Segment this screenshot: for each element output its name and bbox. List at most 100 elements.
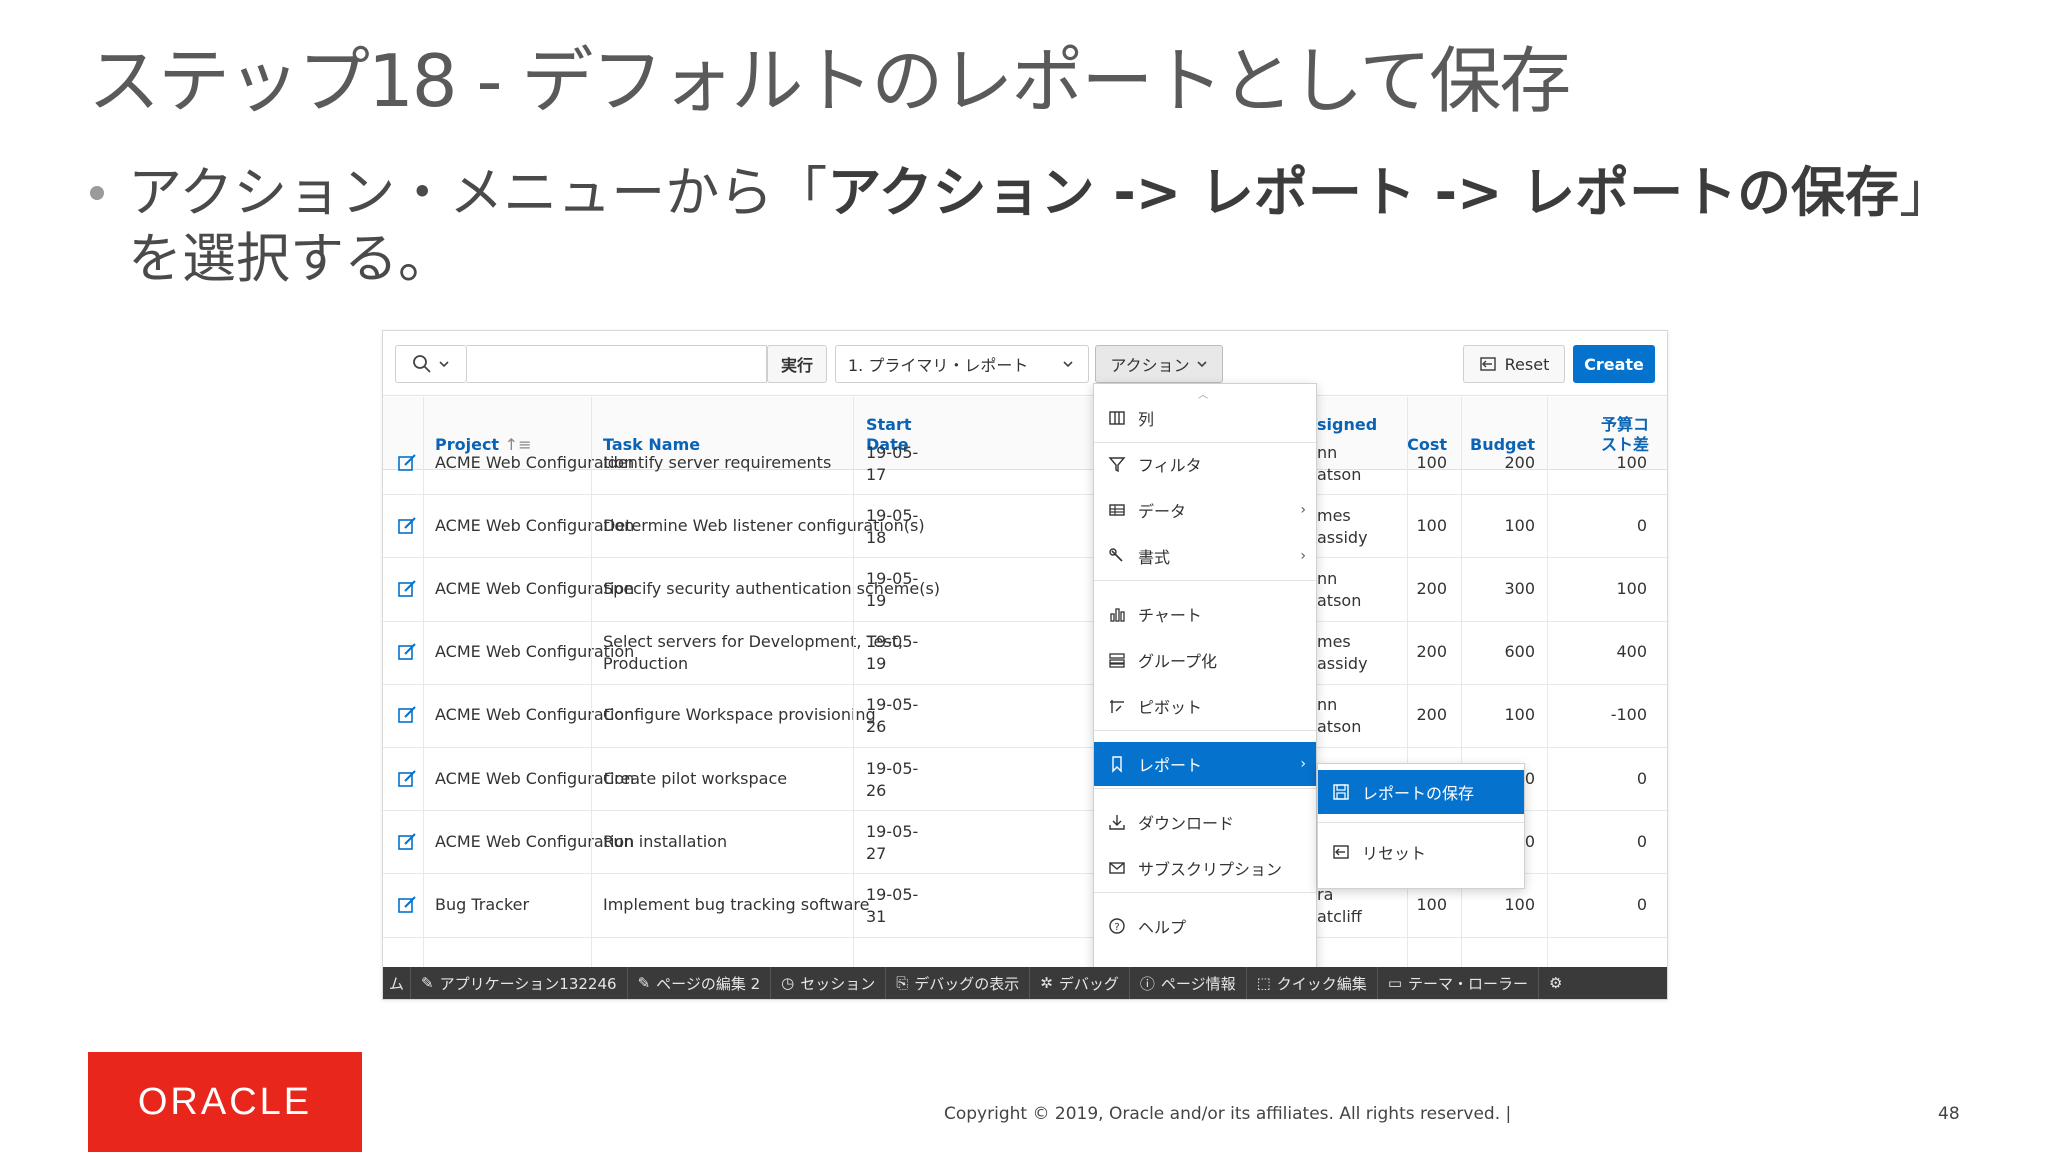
- slide-title: ステップ18 - デフォルトのレポートとして保存: [88, 39, 1571, 123]
- search-column-button[interactable]: [395, 345, 467, 383]
- columns-icon: [1106, 407, 1128, 429]
- chevron-down-icon: [1197, 361, 1207, 368]
- edit-row-icon[interactable]: [397, 579, 417, 603]
- chevron-down-icon: [439, 361, 449, 368]
- table-row: ACME Web Configuration Determine Web list…: [383, 494, 1667, 559]
- edit-row-icon[interactable]: [397, 832, 417, 856]
- dev-item-session[interactable]: ◷ セッション: [771, 967, 887, 999]
- cell-budget: 600: [1504, 642, 1535, 662]
- header-budget[interactable]: Budget: [1451, 435, 1535, 455]
- cell-start-date: 19-05-: [866, 821, 919, 841]
- menu-divider: [1318, 822, 1524, 823]
- edit-row-icon[interactable]: [397, 705, 417, 729]
- cell-start-date: 19: [866, 654, 887, 674]
- developer-toolbar: ム ✎ アプリケーション132246 ✎ ページの編集 2 ◷ セッション ⎘ デバッグ…: [383, 967, 1667, 999]
- menu-item-subscription[interactable]: サブスクリプション: [1094, 846, 1316, 890]
- menu-divider: [1094, 892, 1316, 893]
- header-diff[interactable]: 予算コ スト差: [1595, 415, 1655, 455]
- table-row: ACME Web Configuration Configure Workspac…: [383, 684, 1667, 748]
- cell-cost: 200: [1416, 705, 1447, 725]
- cell-start-date: 26: [866, 717, 887, 737]
- cell-diff: 100: [1616, 578, 1647, 598]
- edit-row-icon[interactable]: [397, 895, 417, 919]
- dev-item-debug[interactable]: ✲ デバッグ: [1030, 967, 1130, 999]
- dev-item-quick-edit[interactable]: ⬚ クイック編集: [1247, 967, 1378, 999]
- menu-item-filter[interactable]: フィルタ: [1094, 442, 1316, 486]
- cell-task: Identify server requirements: [603, 452, 832, 472]
- create-button[interactable]: Create: [1573, 345, 1655, 383]
- menu-item-data[interactable]: データ ›: [1094, 488, 1316, 532]
- edit-row-icon[interactable]: [397, 453, 417, 477]
- cell-project: Bug Tracker: [435, 894, 530, 914]
- bar-chart-icon: [1106, 603, 1128, 625]
- cell-assigned: atson: [1317, 590, 1362, 610]
- quick-edit-icon: ⬚: [1256, 974, 1271, 992]
- dev-item-theme-roller[interactable]: ▭ テーマ・ローラー: [1378, 967, 1540, 999]
- cell-assigned: assidy: [1317, 654, 1368, 674]
- menu-item-group-by[interactable]: グループ化: [1094, 638, 1316, 682]
- menu-item-report[interactable]: レポート ›: [1094, 742, 1316, 786]
- bug-icon: ✲: [1040, 974, 1053, 992]
- edit-row-icon[interactable]: [397, 516, 417, 540]
- edit-row-icon[interactable]: [397, 769, 417, 793]
- menu-item-help[interactable]: ? ヘルプ: [1094, 904, 1316, 948]
- debug-view-icon: ⎘: [896, 974, 909, 992]
- menu-divider: [1094, 788, 1316, 789]
- actions-menu-button[interactable]: アクション: [1095, 345, 1223, 383]
- menu-item-columns[interactable]: 列: [1094, 396, 1316, 440]
- cell-start-date: 26: [866, 780, 887, 800]
- report-select[interactable]: 1. プライマリ・レポート: [835, 345, 1089, 383]
- menu-item-format[interactable]: 書式 ›: [1094, 534, 1316, 578]
- data-table-icon: [1106, 499, 1128, 521]
- bookmark-icon: [1106, 753, 1128, 775]
- download-icon: [1106, 811, 1128, 833]
- menu-item-download[interactable]: ダウンロード: [1094, 800, 1316, 844]
- bullet-text: アクション・メニューから「アクション -> レポート -> レポートの保存」を選…: [90, 160, 1990, 292]
- table-row: ACME Web Configuration Specify security a…: [383, 557, 1667, 622]
- report-select-value: 1. プライマリ・レポート: [848, 356, 1029, 375]
- reset-label: Reset: [1504, 354, 1550, 374]
- cell-start-date: 19-05-: [866, 568, 919, 588]
- cell-task: Configure Workspace provisioning: [603, 705, 876, 725]
- bullet-bold: アクション -> レポート -> レポートの保存: [827, 161, 1900, 224]
- dev-item-view-debug[interactable]: ⎘ デバッグの表示: [886, 967, 1031, 999]
- report-submenu: レポートの保存 リセット: [1317, 763, 1525, 889]
- cell-cost: 200: [1416, 642, 1447, 662]
- cell-budget: 100: [1504, 705, 1535, 725]
- app-screenshot: 実行 1. プライマリ・レポート アクション Reset Create Proj…: [382, 330, 1668, 1000]
- cell-start-date: 19-05-: [866, 632, 919, 652]
- page-number: 48: [1938, 1104, 1960, 1124]
- edit-row-icon[interactable]: [397, 642, 417, 666]
- dev-item-application[interactable]: ✎ アプリケーション132246: [411, 967, 628, 999]
- reset-button[interactable]: Reset: [1463, 345, 1565, 383]
- search-input[interactable]: [467, 345, 767, 383]
- menu-divider: [1094, 730, 1316, 731]
- gear-icon: ⚙: [1549, 974, 1563, 992]
- dev-item-page-info[interactable]: ⓘ ページ情報: [1130, 967, 1247, 999]
- cell-budget: 300: [1504, 578, 1535, 598]
- help-icon: ?: [1106, 915, 1128, 937]
- cell-assigned: assidy: [1317, 527, 1368, 547]
- chevron-right-icon: ›: [1300, 756, 1306, 772]
- column-divider: [1547, 397, 1548, 967]
- cell-start-date: 19-05-: [866, 695, 919, 715]
- menu-item-chart[interactable]: チャート: [1094, 592, 1316, 636]
- cell-budget: 100: [1504, 894, 1535, 914]
- dev-item-edit-page[interactable]: ✎ ページの編集 2: [628, 967, 772, 999]
- cell-cost: 200: [1416, 578, 1447, 598]
- column-divider: [591, 397, 592, 967]
- submenu-item-save-report[interactable]: レポートの保存: [1318, 770, 1524, 814]
- cell-task: Run installation: [603, 831, 728, 851]
- cell-diff: 0: [1636, 894, 1647, 914]
- submenu-item-reset[interactable]: リセット: [1318, 830, 1524, 874]
- go-button[interactable]: 実行: [767, 345, 827, 383]
- cell-assigned: atson: [1317, 717, 1362, 737]
- chevron-right-icon: ›: [1300, 502, 1306, 518]
- cell-diff: 400: [1616, 642, 1647, 662]
- cell-assigned: mes: [1317, 632, 1351, 652]
- menu-item-pivot[interactable]: ピボット: [1094, 684, 1316, 728]
- cell-start-date: 27: [866, 843, 887, 863]
- dev-item-home[interactable]: ム: [383, 967, 412, 999]
- dev-settings-button[interactable]: ⚙: [1539, 967, 1572, 999]
- header-cost-col[interactable]: Cost: [1385, 435, 1447, 455]
